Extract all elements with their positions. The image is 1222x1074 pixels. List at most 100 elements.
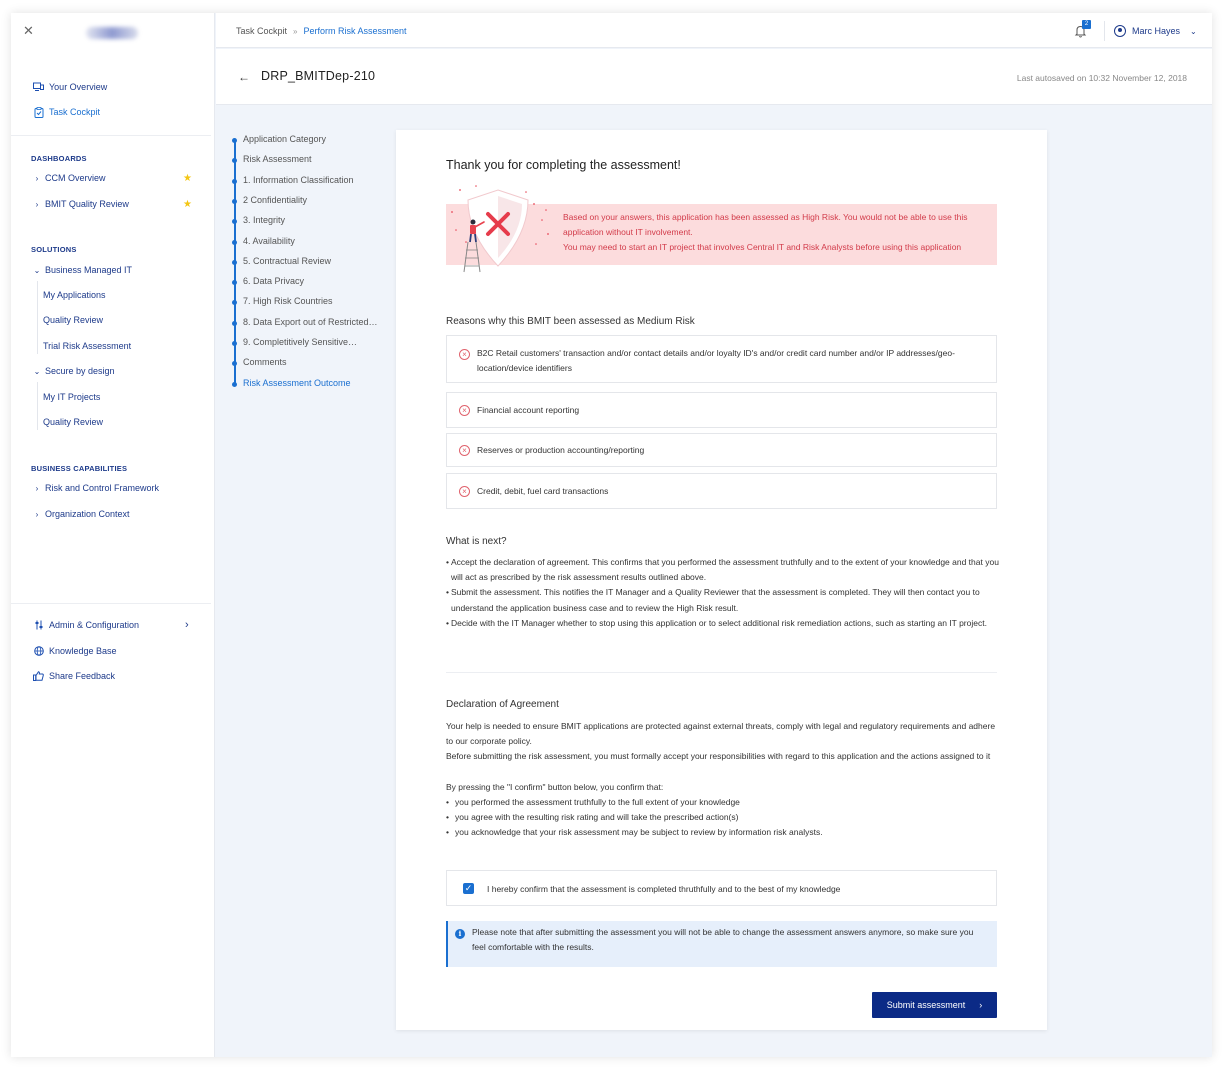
star-icon[interactable]: ★ [183,173,192,184]
sidebar-item-admin-configuration[interactable]: Admin & Configuration [33,618,193,632]
submit-assessment-button[interactable]: Submit assessment › [872,992,997,1018]
sidebar-item-your-overview[interactable]: Your Overview [33,80,107,94]
assessment-outcome-card: Thank you for completing the assessment!… [396,130,1047,1030]
step-dot [232,280,237,286]
reason-text: Financial account reporting [477,405,580,415]
step-label: 1. Information Classification [243,174,354,185]
sidebar-item-risk-and-control-framework[interactable]: › Risk and Control Framework [33,481,159,495]
step-label: Application Category [243,134,327,144]
reason-item: × B2C Retail customers' transaction and/… [446,335,997,383]
divider [11,603,211,604]
confirm-label: I hereby confirm that the assessment is … [487,884,841,894]
declaration-title: Declaration of Agreement [446,699,559,710]
top-bar: Task Cockpit » Perform Risk Assessment 2 M… [216,13,1212,48]
sidebar-item-organization-context[interactable]: › Organization Context [33,507,130,521]
error-x-icon: × [459,445,470,456]
step-dot [232,361,237,367]
step-dot [232,158,237,164]
user-name: Marc Hayes [1132,26,1181,36]
step-dot [232,320,237,326]
sidebar-item-quality-review[interactable]: Quality Review [43,313,103,327]
step-dot [232,341,237,346]
alert-line: Based on your answers, this application … [563,212,968,237]
divider [446,672,997,673]
user-menu[interactable]: Marc Hayes ⌄ [1114,24,1197,38]
sidebar-item-label: Knowledge Base [49,646,117,656]
sidebar-item-trial-risk-assessment[interactable]: Trial Risk Assessment [43,339,131,353]
confirm-checkbox-row[interactable]: ✓ I hereby confirm that the assessment i… [446,870,997,906]
clipboard-icon [33,106,44,118]
alert-line: You may need to start an IT project that… [563,242,962,252]
sidebar-item-task-cockpit[interactable]: Task Cockpit [33,105,100,119]
sidebar-item-my-it-projects[interactable]: My IT Projects [43,390,100,404]
chevron-right-icon[interactable]: › [185,619,189,631]
step-dot [232,259,237,265]
step-dot [232,219,237,225]
sidebar-item-label: Secure by design [45,366,115,376]
close-icon[interactable]: ✕ [23,24,35,37]
step-dot [232,178,237,184]
declaration-item: you agree with the resulting risk rating… [446,810,1001,825]
sidebar-item-bmit-quality-review[interactable]: › BMIT Quality Review [33,197,129,211]
step-dot [232,138,237,143]
sidebar-item-quality-review-2[interactable]: Quality Review [43,415,103,429]
sidebar-item-ccm-overview[interactable]: › CCM Overview [33,171,106,185]
chevron-down-icon: ⌄ [33,265,41,275]
sidebar-item-label: Risk and Control Framework [45,483,160,493]
next-item: Accept the declaration of agreement. Thi… [446,555,1001,585]
step-label: Risk Assessment Outcome [243,377,351,388]
whats-next-title: What is next? [446,536,507,547]
step-label: Comments [243,357,287,368]
sidebar-item-label: CCM Overview [45,173,106,183]
chevron-right-icon: › [35,173,39,183]
app-frame: ✕ Your Overview Task Cockpit DASHBOARDS … [11,13,1212,1057]
section-heading-business-capabilities: BUSINESS CAPABILITIES [31,464,128,473]
chevron-right-icon: › [979,1000,983,1010]
submit-label: Submit assessment [886,1000,966,1010]
step-label: 4. Availability [243,235,295,246]
sliders-icon [33,620,44,631]
step-label: 6. Data Privacy [243,276,305,287]
divider [11,135,211,136]
star-icon[interactable]: ★ [183,199,192,210]
step-label: Risk Assessment [243,154,312,165]
tree-line [37,382,38,430]
sidebar-item-label: Share Feedback [49,671,116,681]
chevron-right-icon: › [35,199,39,209]
reasons-title: Reasons why this BMIT been assessed as M… [446,316,695,327]
sidebar-item-business-managed-it[interactable]: ⌄ Business Managed IT [33,263,132,277]
section-heading-dashboards: DASHBOARDS [31,154,87,163]
overview-icon [33,82,44,93]
reason-item: × Credit, debit, fuel card transactions [446,473,997,509]
back-arrow-icon[interactable]: ← [238,70,250,84]
breadcrumb-item[interactable]: Task Cockpit [236,26,287,36]
section-heading-solutions: SOLUTIONS [31,245,77,254]
divider [1104,21,1105,41]
user-avatar-icon [1114,25,1126,37]
step-dot [232,198,237,204]
risk-shield-illustration [451,185,549,273]
alert-text: Based on your answers, this application … [563,210,993,255]
thumbs-up-icon [33,671,44,682]
tree-line [37,281,38,354]
sidebar-item-label: BMIT Quality Review [45,199,129,209]
globe-icon [33,646,44,657]
confirm-checkbox[interactable]: ✓ [463,883,474,894]
sidebar-item-my-applications[interactable]: My Applications [43,288,106,302]
sidebar-item-secure-by-design[interactable]: ⌄ Secure by design [33,364,115,378]
autosave-status: Last autosaved on 10:32 November 12, 201… [1016,73,1187,83]
reason-item: × Financial account reporting [446,392,997,428]
step-dot [232,300,237,306]
sidebar-item-knowledge-base[interactable]: Knowledge Base [33,644,117,658]
sidebar-item-label: Business Managed IT [45,265,133,275]
sidebar-item-share-feedback[interactable]: Share Feedback [33,669,115,683]
reason-text: Reserves or production accounting/report… [477,445,645,455]
info-note: i Please note that after submitting the … [446,921,997,967]
step-label: 8. Data Export out of Restricted… [243,316,378,327]
step-label: 3. Integrity [243,215,286,226]
breadcrumb-separator: » [293,27,298,36]
step-label: 2 Confidentiality [243,194,308,205]
error-x-icon: × [459,405,470,416]
page-title: DRP_BMITDep-210 [261,69,376,83]
chevron-right-icon: › [35,483,39,493]
